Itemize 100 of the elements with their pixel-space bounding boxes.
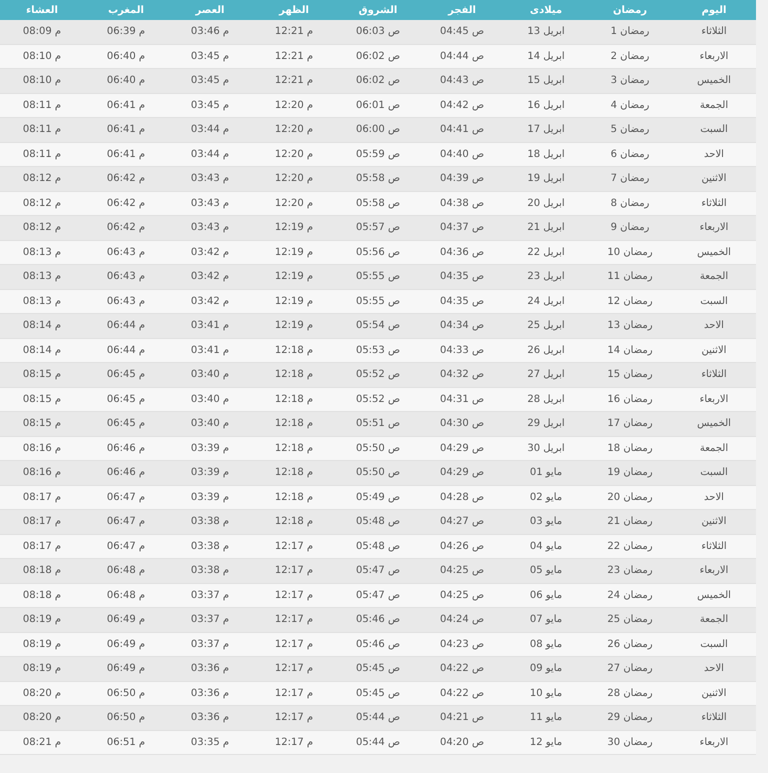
table-cell: 03 مايو: [530, 516, 562, 528]
table-cell: 24 رمضان: [607, 590, 653, 601]
table-cell: 28 ابريل: [527, 394, 565, 405]
table-cell: 12:17 م: [274, 590, 314, 601]
table-cell: 20 رمضان: [607, 492, 653, 503]
table-cell: 01 مايو: [530, 467, 562, 478]
table-cell: 06:46 م: [106, 442, 146, 454]
column-header: الفجر: [446, 4, 477, 16]
table-cell: 08 مايو: [530, 638, 562, 650]
table-cell: 21 رمضان: [607, 516, 653, 528]
table-cell: 06:02 ص: [356, 75, 400, 86]
table-cell: 08:21 م: [22, 736, 62, 748]
table-cell: 06:45 م: [106, 418, 146, 430]
table-cell: 12:19 م: [274, 222, 314, 234]
table-cell: 12:18 م: [274, 516, 314, 528]
table-cell: 10 رمضان: [607, 246, 653, 258]
table-cell: 29 ابريل: [527, 418, 565, 430]
table-cell: 12:18 م: [274, 369, 314, 380]
table-cell: 13 رمضان: [607, 320, 653, 332]
table-cell: 04 مايو: [530, 540, 562, 552]
table-cell: 06:43 م: [106, 296, 146, 307]
table-cell: 12:19 م: [274, 246, 314, 258]
table-cell: 06:40 م: [106, 50, 146, 62]
table-cell: 12:19 م: [274, 296, 314, 307]
table-cell: 04:22 ص: [440, 688, 484, 699]
column-header: الظهر: [278, 4, 310, 16]
table-cell: 05:57 ص: [356, 222, 400, 234]
table-cell: 20 ابريل: [527, 198, 565, 209]
table-cell: 04:27 ص: [440, 516, 484, 528]
table-cell: 04:34 ص: [440, 320, 484, 332]
table-cell: 2 رمضان: [610, 50, 650, 62]
table-cell: 05:54 ص: [356, 320, 400, 332]
table-cell: 18 رمضان: [607, 442, 653, 454]
column-header: العشاء: [25, 4, 59, 16]
table-cell: 08:18 م: [22, 590, 62, 601]
table-cell: 04:45 ص: [440, 26, 484, 38]
table-cell: 04:20 ص: [440, 736, 484, 748]
column-header: المغرب: [107, 4, 145, 16]
table-cell: 03:39 م: [190, 442, 230, 454]
table-cell: 08:19 م: [22, 663, 62, 674]
table-cell: 7 رمضان: [610, 173, 650, 184]
table-cell: 12:21 م: [274, 75, 314, 86]
table-cell: 06:40 م: [106, 75, 146, 86]
table-cell: 05:46 ص: [356, 614, 400, 626]
table-cell: 12:18 م: [274, 492, 314, 503]
table-cell: 03:46 م: [190, 26, 230, 38]
table-cell: 04:21 ص: [440, 712, 484, 724]
table-cell: 08:10 م: [22, 50, 62, 62]
table-cell: 08:09 م: [22, 26, 62, 38]
table-cell: 08:15 م: [22, 369, 62, 380]
table-cell: 23 ابريل: [527, 271, 565, 282]
table-cell: 18 ابريل: [527, 148, 565, 160]
table-cell: 05:44 ص: [356, 736, 400, 748]
table-cell: 12:21 م: [274, 50, 314, 62]
table-cell: الجمعة: [700, 614, 728, 626]
table-cell: 04:29 ص: [440, 467, 484, 478]
table-cell: 08:16 م: [22, 442, 62, 454]
table-cell: 12:20 م: [274, 100, 314, 111]
table-cell: 05:55 ص: [356, 296, 400, 307]
table-cell: الجمعة: [700, 100, 728, 111]
table-cell: 05:51 ص: [356, 418, 400, 430]
table-cell: 08:19 م: [22, 638, 62, 650]
table-cell: الثلاثاء: [701, 540, 727, 552]
table-cell: الاثنين: [702, 516, 726, 528]
table-cell: 03:36 م: [190, 663, 230, 674]
table-cell: 22 ابريل: [527, 246, 565, 258]
table-cell: 06:51 م: [106, 736, 146, 748]
table-cell: 12:18 م: [274, 467, 314, 478]
table-cell: 04:32 ص: [440, 369, 484, 380]
table-cell: 03:36 م: [190, 688, 230, 699]
table-cell: 03:44 م: [190, 148, 230, 160]
table-cell: 8 رمضان: [610, 198, 650, 209]
table-cell: 14 رمضان: [607, 344, 653, 356]
table-cell: 05:58 ص: [356, 198, 400, 209]
table-cell: 03:45 م: [190, 50, 230, 62]
table-cell: 03:38 م: [190, 565, 230, 576]
table-cell: 12:18 م: [274, 394, 314, 405]
table-cell: 05:45 ص: [356, 688, 400, 699]
table-cell: 03:39 م: [190, 467, 230, 478]
table-cell: 25 رمضان: [607, 614, 653, 626]
table-cell: 08:17 م: [22, 540, 62, 552]
table-cell: 03:42 م: [190, 296, 230, 307]
table-cell: 04:38 ص: [440, 198, 484, 209]
table-cell: 12:18 م: [274, 418, 314, 430]
table-cell: 03:41 م: [190, 320, 230, 332]
table-cell: 03:36 م: [190, 712, 230, 724]
table-cell: 04:40 ص: [440, 148, 484, 160]
table-cell: 05:44 ص: [356, 712, 400, 724]
table-cell: 08:15 م: [22, 418, 62, 430]
table-cell: 16 ابريل: [527, 100, 565, 111]
table-cell: 05:45 ص: [356, 663, 400, 674]
table-cell: الاربعاء: [700, 222, 728, 234]
table-cell: 12:20 م: [274, 198, 314, 209]
table-cell: 03:35 م: [190, 736, 230, 748]
table-cell: 05:52 ص: [356, 369, 400, 380]
table-cell: 03:41 م: [190, 344, 230, 356]
table-cell: 05:59 ص: [356, 148, 400, 160]
table-cell: 12:21 م: [274, 26, 314, 38]
table-cell: 06:44 م: [106, 320, 146, 332]
column-header: اليوم: [700, 4, 728, 16]
